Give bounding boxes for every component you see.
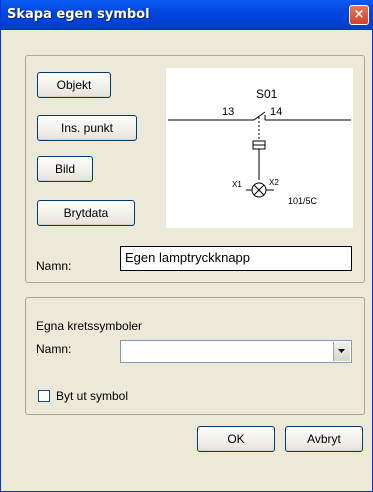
cancel-button-label: Avbryt [307, 432, 341, 446]
bild-button-label: Bild [54, 162, 75, 176]
symbol-name-label: Namn: [36, 259, 72, 273]
symbol-preview[interactable]: S01 13 14 X1 X2 101/5C [166, 68, 353, 228]
circuit-name-label: Namn: [36, 342, 72, 356]
chevron-down-icon[interactable] [334, 342, 349, 359]
replace-symbol-checkbox[interactable] [38, 390, 50, 402]
dialog-title: Skapa egen symbol [7, 7, 150, 22]
objekt-button[interactable]: Objekt [37, 72, 111, 98]
close-icon[interactable]: × [354, 7, 365, 22]
dialog-window: Skapa egen symbol × Objekt Ins. punkt Bi… [0, 0, 373, 492]
brytdata-button-label: Brytdata [63, 206, 109, 220]
terminal-right-label: 14 [270, 106, 282, 118]
lamp-terminal-1-label: X1 [232, 180, 242, 189]
title-bar[interactable]: Skapa egen symbol × [1, 0, 373, 30]
reference-label: 101/5C [288, 196, 318, 206]
ok-button-label: OK [227, 432, 245, 446]
circuit-name-select[interactable] [120, 340, 352, 363]
dropdown-button[interactable] [333, 342, 350, 361]
ok-button[interactable]: OK [197, 426, 275, 452]
objekt-button-label: Objekt [56, 78, 92, 92]
brytdata-button[interactable]: Brytdata [37, 200, 135, 226]
component-label: S01 [256, 87, 278, 101]
replace-symbol-label[interactable]: Byt ut symbol [56, 389, 128, 403]
ins-punkt-button-label: Ins. punkt [60, 121, 114, 135]
close-button[interactable]: × [349, 5, 369, 25]
circuit-symbols-heading: Egna kretssymboler [36, 319, 143, 333]
cancel-button[interactable]: Avbryt [285, 426, 363, 452]
bild-button[interactable]: Bild [37, 156, 93, 182]
lamp-terminal-2-label: X2 [269, 178, 279, 187]
ins-punkt-button[interactable]: Ins. punkt [37, 115, 137, 141]
symbol-name-field[interactable]: Egen lamptryckknapp [120, 246, 352, 271]
terminal-left-label: 13 [222, 106, 234, 118]
schematic-drawing: S01 13 14 X1 X2 101/5C [168, 87, 351, 206]
